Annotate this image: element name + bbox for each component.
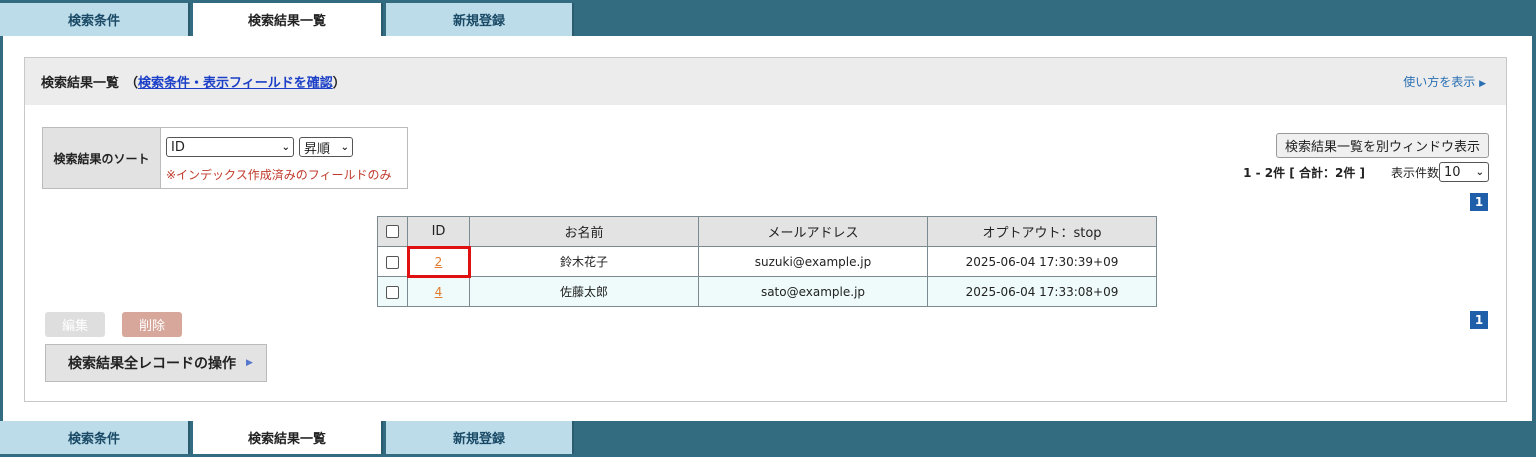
open-results-new-window-button[interactable]: 検索結果一覧を別ウィンドウ表示 bbox=[1275, 133, 1489, 158]
column-header-optout[interactable]: オプトアウト：stop bbox=[927, 216, 1157, 247]
optout-cell: 2025-06-04 17:30:39+09 bbox=[927, 246, 1157, 277]
page-title: 検索結果一覧 bbox=[41, 76, 120, 91]
tab-search-results[interactable]: 検索結果一覧 bbox=[193, 421, 383, 454]
id-cell: 4 bbox=[407, 276, 470, 307]
pagination-page-top[interactable]: 1 bbox=[1470, 193, 1488, 211]
name-cell: 鈴木花子 bbox=[469, 246, 699, 277]
main-content: 検索結果一覧 （ 検索条件・表示フィールドを確認 ） 使い方を表示 ▶ 検索結果… bbox=[3, 36, 1532, 421]
results-panel: 検索結果一覧 （ 検索条件・表示フィールドを確認 ） 使い方を表示 ▶ 検索結果… bbox=[24, 57, 1507, 402]
chevron-down-icon: ⌄ bbox=[281, 141, 290, 153]
sort-note: ※インデックス作成済みのフィールドのみ bbox=[166, 168, 392, 182]
sort-label: 検索結果のソート bbox=[43, 128, 161, 188]
panel-header: 検索結果一覧 （ 検索条件・表示フィールドを確認 ） 使い方を表示 ▶ bbox=[25, 58, 1506, 105]
top-tab-bar: 検索条件 検索結果一覧 新規登録 bbox=[0, 0, 1536, 36]
per-page-label: 表示件数 bbox=[1390, 165, 1439, 180]
name-cell: 佐藤太郎 bbox=[469, 276, 699, 307]
tab-search-conditions[interactable]: 検索条件 bbox=[0, 421, 190, 454]
tab-search-results[interactable]: 検索結果一覧 bbox=[193, 3, 383, 36]
triangle-right-icon: ▶ bbox=[1479, 79, 1486, 89]
tab-search-conditions[interactable]: 検索条件 bbox=[0, 3, 190, 36]
sort-order-value: 昇順 bbox=[304, 141, 331, 157]
chevron-down-icon: ⌄ bbox=[1475, 166, 1484, 178]
title-paren-open: （ bbox=[125, 76, 139, 91]
title-paren-close: ） bbox=[332, 76, 346, 91]
edit-button[interactable]: 編集 bbox=[45, 312, 105, 337]
bottom-tab-bar: 検索条件 検索結果一覧 新規登録 bbox=[0, 421, 1536, 457]
per-page-value: 10 bbox=[1444, 164, 1461, 180]
record-id-link[interactable]: 2 bbox=[435, 255, 443, 269]
optout-cell: 2025-06-04 17:33:08+09 bbox=[927, 276, 1157, 307]
table-header-row: ID お名前 メールアドレス オプトアウト：stop bbox=[377, 216, 1157, 247]
row-select-cell bbox=[377, 246, 408, 277]
search-conditions-link[interactable]: 検索条件・表示フィールドを確認 bbox=[138, 72, 333, 91]
sort-field-value: ID bbox=[171, 139, 185, 155]
sort-field-select[interactable]: ID ⌄ bbox=[166, 137, 294, 157]
row-checkbox[interactable] bbox=[386, 285, 399, 299]
column-header-email[interactable]: メールアドレス bbox=[698, 216, 928, 247]
table-row: 4 佐藤太郎 sato@example.jp 2025-06-04 17:33:… bbox=[377, 276, 1157, 307]
column-header-name[interactable]: お名前 bbox=[469, 216, 699, 247]
help-link[interactable]: 使い方を表示 ▶ bbox=[1403, 73, 1486, 90]
email-cell: sato@example.jp bbox=[698, 276, 928, 307]
per-page-select[interactable]: 10 ⌄ bbox=[1439, 162, 1489, 182]
record-id-link[interactable]: 4 bbox=[435, 285, 443, 299]
results-table: ID お名前 メールアドレス オプトアウト：stop 2 鈴木花子 suzuki… bbox=[377, 216, 1157, 307]
sort-order-select[interactable]: 昇順 ⌄ bbox=[299, 137, 353, 157]
sort-controls: ID ⌄ 昇順 ⌄ ※インデックス作成済みのフィールドのみ bbox=[161, 128, 407, 188]
all-records-operations-label: 検索結果全レコードの操作 bbox=[68, 356, 236, 372]
all-records-operations-button[interactable]: 検索結果全レコードの操作 ▶ bbox=[45, 344, 267, 382]
tab-new-registration[interactable]: 新規登録 bbox=[386, 3, 574, 36]
sort-box: 検索結果のソート ID ⌄ 昇順 ⌄ ※インデックス作成済みのフィールドのみ bbox=[42, 127, 408, 189]
tab-new-registration[interactable]: 新規登録 bbox=[386, 421, 574, 454]
result-count-line: 1 - 2件 [ 合計：2件 ] 表示件数 10 ⌄ bbox=[1243, 162, 1489, 182]
column-header-id[interactable]: ID bbox=[407, 216, 470, 247]
select-all-cell bbox=[377, 216, 408, 247]
chevron-down-icon: ⌄ bbox=[340, 141, 349, 153]
email-cell: suzuki@example.jp bbox=[698, 246, 928, 277]
pagination-page-bottom[interactable]: 1 bbox=[1470, 311, 1488, 329]
id-cell: 2 bbox=[406, 245, 471, 278]
row-checkbox[interactable] bbox=[386, 255, 399, 269]
select-all-checkbox[interactable] bbox=[386, 225, 399, 238]
result-count: 1 - 2件 [ 合計：2件 ] bbox=[1243, 165, 1365, 180]
table-row: 2 鈴木花子 suzuki@example.jp 2025-06-04 17:3… bbox=[377, 245, 1157, 278]
row-select-cell bbox=[377, 276, 408, 307]
help-link-label: 使い方を表示 bbox=[1403, 75, 1476, 89]
delete-button[interactable]: 削除 bbox=[122, 312, 182, 337]
triangle-right-icon: ▶ bbox=[246, 358, 253, 368]
